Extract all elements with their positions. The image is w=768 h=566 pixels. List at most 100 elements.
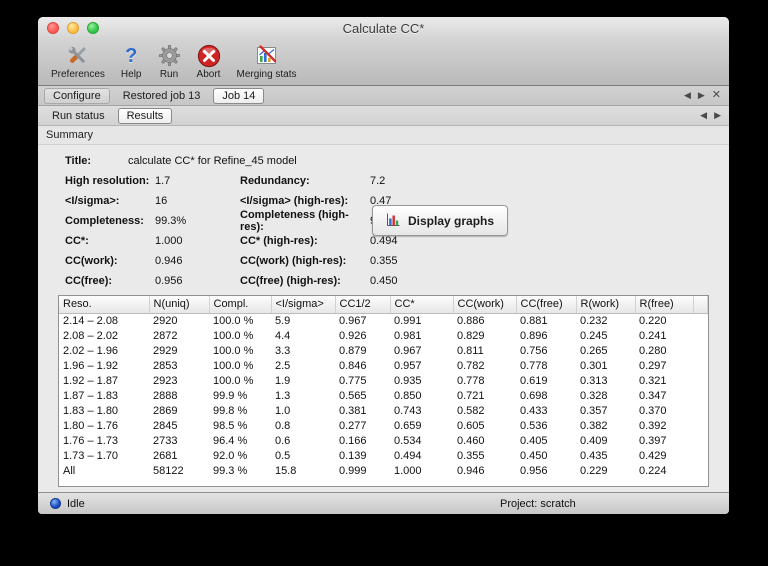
subtab-scroll-right-icon[interactable]: ▶ xyxy=(714,111,721,120)
tab-job-14[interactable]: Job 14 xyxy=(213,87,265,104)
table-cell-spacer xyxy=(693,388,708,403)
window-title: Calculate CC* xyxy=(342,20,425,36)
tab-restored-job-13[interactable]: Restored job 13 xyxy=(115,89,209,103)
table-cell-spacer xyxy=(693,403,708,418)
merging-stats-button[interactable]: Merging stats xyxy=(230,41,304,81)
table-cell: 2733 xyxy=(153,434,178,447)
minimize-window-button[interactable] xyxy=(67,22,79,34)
table-row[interactable]: 1.73 – 1.70 2681 92.0 % 0.5 0.139 0.494 0.355 0… xyxy=(59,448,708,463)
table-cell-spacer xyxy=(693,448,708,463)
table-row[interactable]: 1.87 – 1.83 2888 99.9 % 1.3 0.565 0.850 0.721 0… xyxy=(59,388,708,403)
subtab-controls: ◀ ▶ xyxy=(700,111,721,120)
stats-table-container[interactable]: Reso. N(uniq) Compl. <I/sigma> CC1/2 CC* CC(wo… xyxy=(58,295,709,487)
column-header-cc-work[interactable]: CC(work) xyxy=(453,296,517,314)
abort-icon xyxy=(197,42,221,69)
tab-configure[interactable]: Configure xyxy=(44,87,110,104)
table-cell: 0.460 xyxy=(457,434,485,447)
column-header-r-free[interactable]: R(free) xyxy=(635,296,694,314)
table-cell: 0.433 xyxy=(520,404,548,417)
summary-panel: Title: calculate CC* for Refine_45 model… xyxy=(38,145,729,291)
table-cell: 0.778 xyxy=(457,374,485,387)
table-cell: 0.605 xyxy=(457,419,485,432)
column-header-reso[interactable]: Reso. xyxy=(59,296,150,314)
column-header-compl[interactable]: Compl. xyxy=(209,296,272,314)
table-row[interactable]: 2.14 – 2.08 2920 100.0 % 5.9 0.967 0.991 0.886… xyxy=(59,313,708,328)
summary-value: 0.355 xyxy=(370,255,398,267)
section-label: Summary xyxy=(46,129,94,141)
close-window-button[interactable] xyxy=(47,22,59,34)
column-header-cc-free[interactable]: CC(free) xyxy=(516,296,577,314)
table-cell: 0.879 xyxy=(339,344,367,357)
column-header-r-work[interactable]: R(work) xyxy=(576,296,636,314)
table-cell: 100.0 % xyxy=(213,314,254,327)
summary-section-header: Summary xyxy=(38,126,729,145)
stats-table-body: 2.14 – 2.08 2920 100.0 % 5.9 0.967 0.991 0.886… xyxy=(59,313,708,478)
table-row[interactable]: 1.80 – 1.76 2845 98.5 % 0.8 0.277 0.659 0.605 0… xyxy=(59,418,708,433)
run-button[interactable]: Run xyxy=(151,41,188,81)
table-cell: 1.96 – 1.92 xyxy=(63,359,119,372)
table-row[interactable]: 2.08 – 2.02 2872 100.0 % 4.4 0.926 0.981 0.829… xyxy=(59,328,708,343)
column-header-n-uniq[interactable]: N(uniq) xyxy=(149,296,210,314)
tab-scroll-right-icon[interactable]: ▶ xyxy=(698,91,705,100)
abort-button[interactable]: Abort xyxy=(190,41,228,81)
table-cell: 5.9 xyxy=(275,314,291,327)
zoom-window-button[interactable] xyxy=(87,22,99,34)
table-cell: 0.778 xyxy=(520,359,548,372)
summary-label: CC(free): xyxy=(65,275,113,287)
table-cell: 0.5 xyxy=(275,449,291,462)
preferences-button[interactable]: Preferences xyxy=(44,41,112,81)
subtab-scroll-left-icon[interactable]: ◀ xyxy=(700,111,707,120)
table-cell: 0.829 xyxy=(457,329,485,342)
table-cell: 0.494 xyxy=(394,449,422,462)
table-cell: 0.397 xyxy=(639,434,667,447)
table-cell: 100.0 % xyxy=(213,344,254,357)
table-cell: 0.392 xyxy=(639,419,667,432)
table-cell: 0.782 xyxy=(457,359,485,372)
tab-scroll-left-icon[interactable]: ◀ xyxy=(684,91,691,100)
table-cell: 0.967 xyxy=(339,314,367,327)
table-row[interactable]: 1.83 – 1.80 2869 99.8 % 1.0 0.381 0.743 0.582 0… xyxy=(59,403,708,418)
table-cell: 0.756 xyxy=(520,344,548,357)
table-cell: 0.370 xyxy=(639,404,667,417)
column-header-i-sigma[interactable]: <I/sigma> xyxy=(271,296,336,314)
project-label: Project: scratch xyxy=(500,497,576,510)
column-header-spacer xyxy=(693,296,708,314)
tab-results[interactable]: Results xyxy=(117,107,173,124)
table-cell: 1.87 – 1.83 xyxy=(63,389,119,402)
tab-close-icon[interactable]: ✕ xyxy=(712,90,721,101)
table-cell: 96.4 % xyxy=(213,434,248,447)
summary-value: 0.956 xyxy=(155,275,183,287)
status-text: Idle xyxy=(67,497,85,510)
summary-value: calculate CC* for Refine_45 model xyxy=(128,155,297,167)
table-cell: 1.000 xyxy=(394,464,422,477)
summary-label: Redundancy: xyxy=(240,175,310,187)
table-cell: 0.405 xyxy=(520,434,548,447)
table-cell: 0.280 xyxy=(639,344,667,357)
table-cell: 0.926 xyxy=(339,329,367,342)
help-button[interactable]: ? Help xyxy=(114,41,149,81)
table-cell: 2923 xyxy=(153,374,178,387)
display-graphs-button[interactable]: Display graphs xyxy=(372,205,509,236)
titlebar[interactable]: Calculate CC* xyxy=(38,17,729,39)
table-row[interactable]: 1.96 – 1.92 2853 100.0 % 2.5 0.846 0.957 0.782… xyxy=(59,358,708,373)
table-cell: 4.4 xyxy=(275,329,291,342)
table-cell: 2929 xyxy=(153,344,178,357)
table-cell: 1.9 xyxy=(275,374,291,387)
table-row[interactable]: All 58122 99.3 % 15.8 0.999 1.000 0.946 0.956 0.… xyxy=(59,463,708,478)
summary-value: 16 xyxy=(155,195,168,207)
column-header-cc1-2[interactable]: CC1/2 xyxy=(335,296,391,314)
table-row[interactable]: 1.92 – 1.87 2923 100.0 % 1.9 0.775 0.935 0.778… xyxy=(59,373,708,388)
table-cell: All xyxy=(63,464,76,477)
table-cell: 1.92 – 1.87 xyxy=(63,374,119,387)
table-row[interactable]: 1.76 – 1.73 2733 96.4 % 0.6 0.166 0.534 0.460 0… xyxy=(59,433,708,448)
status-indicator-icon xyxy=(50,498,61,509)
table-cell-spacer xyxy=(693,358,708,373)
tab-run-status[interactable]: Run status xyxy=(44,109,113,123)
summary-value: 1.000 xyxy=(155,235,183,247)
column-header-cc[interactable]: CC* xyxy=(390,296,454,314)
table-row[interactable]: 2.02 – 1.96 2929 100.0 % 3.3 0.879 0.967 0.811… xyxy=(59,343,708,358)
table-cell: 0.166 xyxy=(339,434,367,447)
table-cell: 2920 xyxy=(153,314,178,327)
table-cell: 98.5 % xyxy=(213,419,248,432)
summary-label: CC* (high-res): xyxy=(240,235,318,247)
